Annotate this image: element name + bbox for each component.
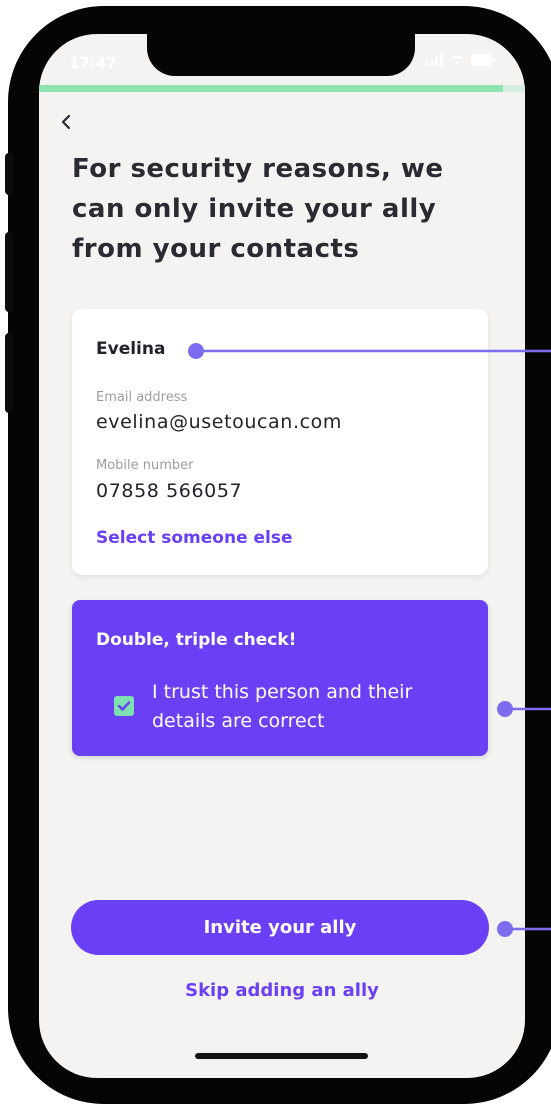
confirmation-card: Double, triple check! I trust this perso… bbox=[72, 600, 488, 756]
contact-card: Evelina Email address evelina@usetoucan.… bbox=[72, 309, 488, 575]
chevron-left-icon bbox=[61, 114, 71, 130]
page-title: For security reasons, we can only invite… bbox=[72, 154, 444, 264]
phone-volume-up-button bbox=[5, 232, 13, 312]
select-someone-else-link[interactable]: Select someone else bbox=[96, 528, 293, 548]
skip-adding-ally-link[interactable]: Skip adding an ally bbox=[39, 980, 525, 1001]
mobile-label: Mobile number bbox=[96, 458, 194, 473]
trust-checkbox-label[interactable]: I trust this person and their details ar… bbox=[152, 678, 472, 736]
contact-name: Evelina bbox=[96, 339, 166, 359]
wifi-icon bbox=[450, 56, 464, 65]
invite-ally-button-label: Invite your ally bbox=[203, 917, 357, 938]
trust-checkbox[interactable] bbox=[114, 696, 134, 716]
email-label: Email address bbox=[96, 390, 188, 405]
back-button[interactable] bbox=[57, 110, 77, 134]
mobile-value: 07858 566057 bbox=[96, 480, 243, 502]
checkmark-icon bbox=[117, 701, 131, 711]
status-bar: 17:47 bbox=[39, 34, 525, 86]
phone-volume-down-button bbox=[5, 333, 13, 413]
status-icons bbox=[425, 54, 495, 66]
app-screen: 17:47 For security reasons, we can only … bbox=[39, 34, 525, 1078]
confirmation-heading: Double, triple check! bbox=[96, 630, 297, 650]
status-time: 17:47 bbox=[69, 54, 117, 72]
battery-icon bbox=[471, 54, 495, 66]
email-value: evelina@usetoucan.com bbox=[96, 411, 342, 433]
signal-icon bbox=[425, 54, 443, 66]
phone-mute-switch bbox=[5, 153, 13, 195]
camera-notch bbox=[147, 34, 415, 76]
onboarding-progress-fill bbox=[39, 85, 504, 92]
onboarding-progress-bar bbox=[39, 85, 525, 92]
home-indicator bbox=[195, 1053, 368, 1059]
invite-ally-button[interactable]: Invite your ally bbox=[71, 900, 489, 955]
